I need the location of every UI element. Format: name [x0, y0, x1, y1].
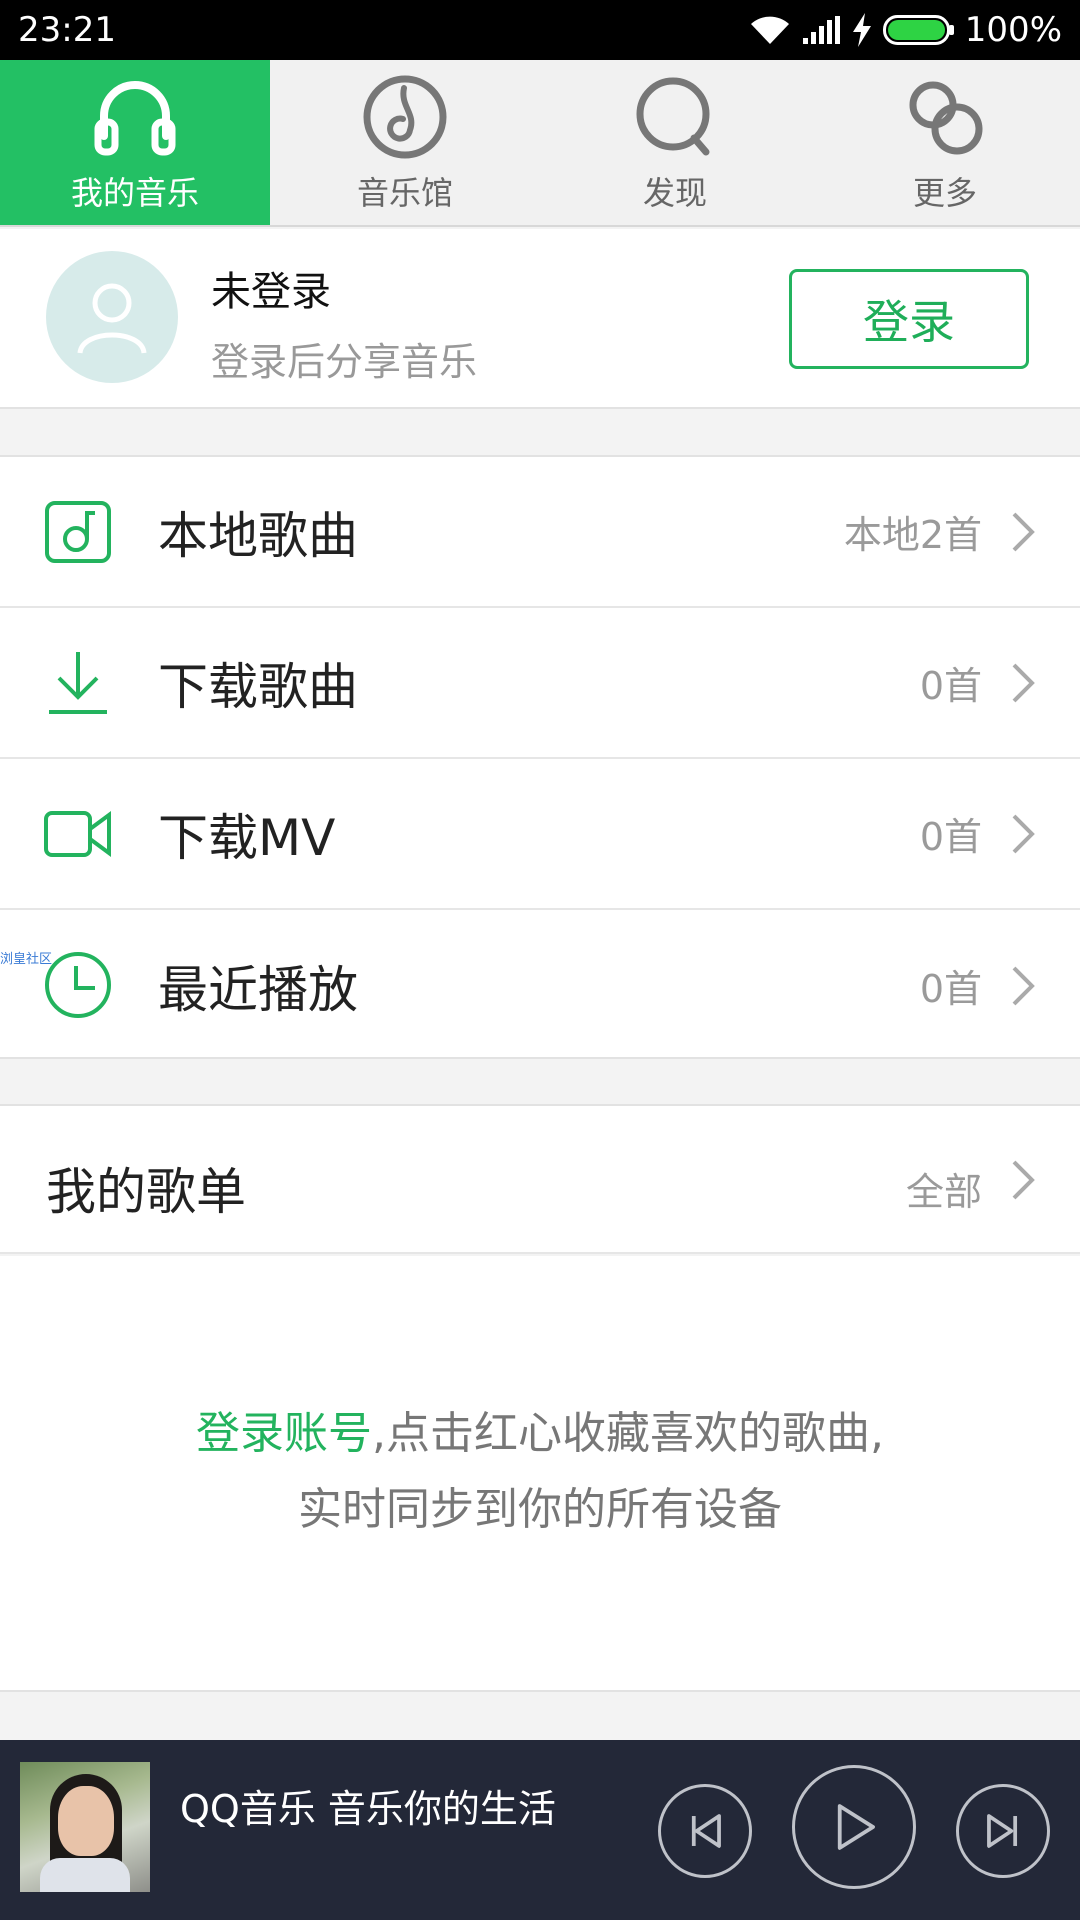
clock-icon: [45, 952, 111, 1018]
menu-item-label: 下载歌曲: [158, 657, 358, 716]
music-note-icon: [45, 501, 111, 563]
menu-item-recently-played[interactable]: 浏皇社区 最近播放 0首: [0, 910, 1080, 1061]
search-icon: [636, 77, 710, 155]
user-subtitle: 登录后分享音乐: [211, 340, 478, 384]
profile-section: 未登录 登录后分享音乐 登录: [0, 229, 1080, 409]
tab-music-hall[interactable]: 音乐馆: [270, 60, 540, 225]
menu-item-downloaded-mv[interactable]: 下载MV 0首: [0, 759, 1080, 910]
status-bar: 23:21 100%: [0, 0, 1080, 60]
empty-message-line1: 登录账号,点击红心收藏喜欢的歌曲,: [0, 1396, 1080, 1472]
chevron-right-icon: [1012, 512, 1035, 551]
tab-label: 更多: [912, 173, 977, 212]
tab-my-music[interactable]: 我的音乐: [0, 60, 270, 225]
menu-item-label: 最近播放: [158, 960, 358, 1019]
previous-button[interactable]: [658, 1784, 752, 1878]
login-account-link[interactable]: 登录账号: [196, 1408, 372, 1459]
tab-label: 音乐馆: [356, 173, 453, 212]
next-icon: [987, 1814, 1018, 1848]
next-button[interactable]: [956, 1784, 1050, 1878]
video-camera-icon: [44, 811, 111, 857]
menu-item-label: 本地歌曲: [158, 506, 358, 565]
chevron-right-icon: [1012, 814, 1035, 853]
mini-player[interactable]: QQ音乐 音乐你的生活: [0, 1740, 1080, 1920]
menu-item-count: 本地2首: [843, 513, 982, 557]
tab-label: 我的音乐: [70, 173, 199, 212]
status-icons: 100%: [749, 10, 1062, 50]
headphones-icon: [94, 80, 176, 155]
empty-message-text: ,点击红心收藏喜欢的歌曲,: [372, 1408, 884, 1459]
my-playlists-row[interactable]: 我的歌单 全部: [0, 1104, 1080, 1254]
menu-item-count: 0首: [919, 815, 982, 859]
empty-playlist-message: 登录账号,点击红心收藏喜欢的歌曲, 实时同步到你的所有设备: [0, 1256, 1080, 1692]
avatar[interactable]: [46, 251, 178, 383]
top-tab-bar: 我的音乐 音乐馆 发现 更多: [0, 60, 1080, 227]
signal-icon: [802, 16, 840, 44]
menu-item-label: 下载MV: [158, 808, 336, 867]
battery-icon: [882, 15, 954, 45]
wifi-icon: [750, 16, 789, 44]
status-time: 23:21: [18, 10, 116, 50]
now-playing-title: QQ音乐 音乐你的生活: [180, 1787, 556, 1831]
user-name: 未登录: [211, 269, 331, 315]
chevron-right-icon: [1012, 1160, 1035, 1200]
menu-item-local-songs[interactable]: 本地歌曲 本地2首: [0, 457, 1080, 608]
login-button[interactable]: 登录: [789, 269, 1029, 369]
tab-discover[interactable]: 发现: [540, 60, 810, 225]
music-menu-list: 本地歌曲 本地2首 下载歌曲 0首 下载MV 0首 浏皇社区 最近播放 0首: [0, 455, 1080, 1059]
play-icon: [837, 1804, 875, 1850]
album-cover[interactable]: [20, 1762, 150, 1892]
charging-icon: [852, 13, 871, 47]
more-circles-icon: [909, 81, 983, 154]
tab-more[interactable]: 更多: [810, 60, 1080, 225]
tab-label: 发现: [642, 173, 707, 212]
menu-item-count: 0首: [919, 967, 982, 1011]
music-disc-icon: [363, 75, 447, 158]
battery-percent: 100%: [964, 10, 1062, 50]
menu-item-count: 0首: [919, 664, 982, 708]
chevron-right-icon: [1012, 663, 1035, 702]
menu-item-downloaded-songs[interactable]: 下载歌曲 0首: [0, 608, 1080, 759]
chevron-right-icon: [1012, 966, 1035, 1005]
previous-icon: [691, 1814, 721, 1848]
download-icon: [49, 652, 107, 714]
playlists-title: 我的歌单: [46, 1163, 246, 1221]
empty-message-line2: 实时同步到你的所有设备: [298, 1484, 782, 1535]
play-button[interactable]: [792, 1765, 916, 1889]
playlists-all-link[interactable]: 全部: [906, 1161, 982, 1216]
user-placeholder-icon: [77, 283, 147, 354]
